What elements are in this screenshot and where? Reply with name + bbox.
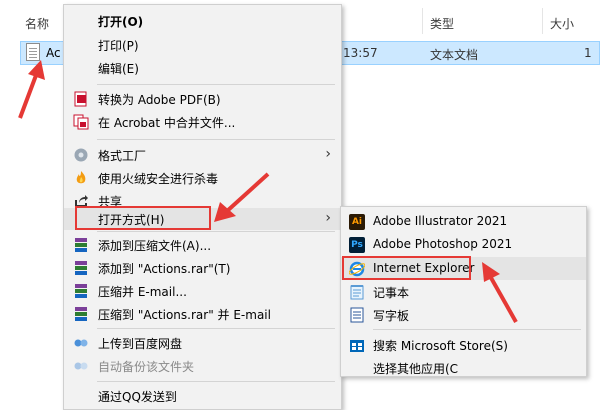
menu-item-label: 添加到压缩文件(A)... (98, 239, 212, 253)
submenu-item-choose-other-app[interactable]: 选择其他应用(C (341, 356, 586, 379)
file-size: 1 (584, 46, 592, 60)
menu-item-print[interactable]: 打印(P) (64, 34, 341, 56)
menu-item-label: 上传到百度网盘 (98, 337, 183, 351)
wordpad-icon (349, 307, 365, 323)
open-with-submenu: Ai Adobe Illustrator 2021 Ps Adobe Photo… (340, 206, 587, 377)
menu-item-label: 打开(O) (98, 15, 144, 29)
menu-item-label: 通过QQ发送到 (98, 390, 177, 404)
menu-separator (97, 381, 335, 382)
column-header-name[interactable]: 名称 (25, 15, 49, 32)
adobe-pdf-icon (73, 91, 89, 107)
menu-item-acrobat-combine[interactable]: 在 Acrobat 中合并文件... (64, 111, 341, 133)
store-icon (349, 337, 365, 353)
column-divider[interactable] (422, 8, 423, 34)
menu-item-open[interactable]: 打开(O) (64, 10, 341, 32)
menu-item-edit[interactable]: 编辑(E) (64, 57, 341, 79)
winrar-icon (73, 306, 89, 322)
file-date: 13:57 (343, 46, 378, 60)
annotation-arrow-file (18, 60, 45, 119)
menu-item-label: 添加到 "Actions.rar"(T) (98, 262, 231, 276)
file-type: 文本文档 (430, 48, 479, 62)
submenu-item-label: 记事本 (373, 286, 410, 300)
menu-separator (97, 84, 335, 85)
menu-item-label: 打印(P) (98, 39, 139, 53)
menu-item-label: 压缩并 E-mail... (98, 285, 187, 299)
menu-separator (373, 329, 581, 330)
menu-item-label: 压缩到 "Actions.rar" 并 E-mail (98, 308, 271, 322)
annotation-box-open-with (75, 206, 211, 230)
baidu-netdisk-icon (73, 335, 89, 351)
menu-item-send-via-qq[interactable]: 通过QQ发送到 (64, 385, 341, 407)
menu-item-format-factory[interactable]: 格式工厂 › (64, 144, 341, 166)
submenu-item-microsoft-store[interactable]: 搜索 Microsoft Store(S) (341, 333, 586, 356)
annotation-arrow-open-with (214, 172, 270, 222)
baidu-netdisk-icon (73, 358, 89, 374)
annotation-arrow-internet-explorer (482, 262, 518, 323)
menu-item-auto-backup[interactable]: 自动备份该文件夹 (64, 355, 341, 377)
menu-item-compress-actions-email[interactable]: 压缩到 "Actions.rar" 并 E-mail (64, 303, 341, 325)
menu-item-label: 转换为 Adobe PDF(B) (98, 93, 221, 107)
winrar-icon (73, 260, 89, 276)
submenu-item-illustrator[interactable]: Ai Adobe Illustrator 2021 (341, 210, 586, 233)
menu-item-add-to-actions-rar[interactable]: 添加到 "Actions.rar"(T) (64, 257, 341, 279)
menu-item-huorong-scan[interactable]: 使用火绒安全进行杀毒 (64, 167, 341, 189)
huorong-icon (73, 170, 89, 186)
submenu-item-label: 搜索 Microsoft Store(S) (373, 339, 508, 353)
winrar-icon (73, 283, 89, 299)
acrobat-combine-icon (73, 114, 89, 130)
submenu-item-label: Adobe Photoshop 2021 (373, 237, 513, 251)
submenu-item-photoshop[interactable]: Ps Adobe Photoshop 2021 (341, 233, 586, 256)
submenu-item-label: Adobe Illustrator 2021 (373, 214, 508, 228)
winrar-icon (73, 237, 89, 253)
notepad-icon (349, 284, 365, 300)
column-divider[interactable] (542, 8, 543, 34)
submenu-item-label: 选择其他应用(C (373, 362, 459, 376)
menu-item-label: 使用火绒安全进行杀毒 (98, 172, 219, 186)
menu-item-convert-pdf[interactable]: 转换为 Adobe PDF(B) (64, 88, 341, 110)
menu-separator (97, 231, 335, 232)
submenu-item-wordpad[interactable]: 写字板 (341, 303, 586, 326)
chevron-right-icon: › (325, 210, 331, 226)
format-factory-icon (73, 147, 89, 163)
submenu-item-label: 写字板 (373, 309, 410, 323)
annotation-box-internet-explorer (342, 256, 471, 280)
submenu-item-notepad[interactable]: 记事本 (341, 280, 586, 303)
menu-separator (97, 139, 335, 140)
photoshop-icon: Ps (349, 237, 365, 253)
menu-item-label: 自动备份该文件夹 (98, 360, 195, 374)
chevron-right-icon: › (325, 146, 331, 162)
menu-separator (97, 328, 335, 329)
illustrator-icon: Ai (349, 214, 365, 230)
menu-item-label: 编辑(E) (98, 62, 139, 76)
menu-item-upload-baidu[interactable]: 上传到百度网盘 (64, 332, 341, 354)
menu-item-compress-email[interactable]: 压缩并 E-mail... (64, 280, 341, 302)
menu-item-add-to-archive[interactable]: 添加到压缩文件(A)... (64, 234, 341, 256)
column-header-size[interactable]: 大小 (550, 15, 574, 32)
column-header-type[interactable]: 类型 (430, 15, 454, 32)
menu-item-label: 格式工厂 (98, 149, 147, 163)
menu-item-label: 在 Acrobat 中合并文件... (98, 116, 236, 130)
